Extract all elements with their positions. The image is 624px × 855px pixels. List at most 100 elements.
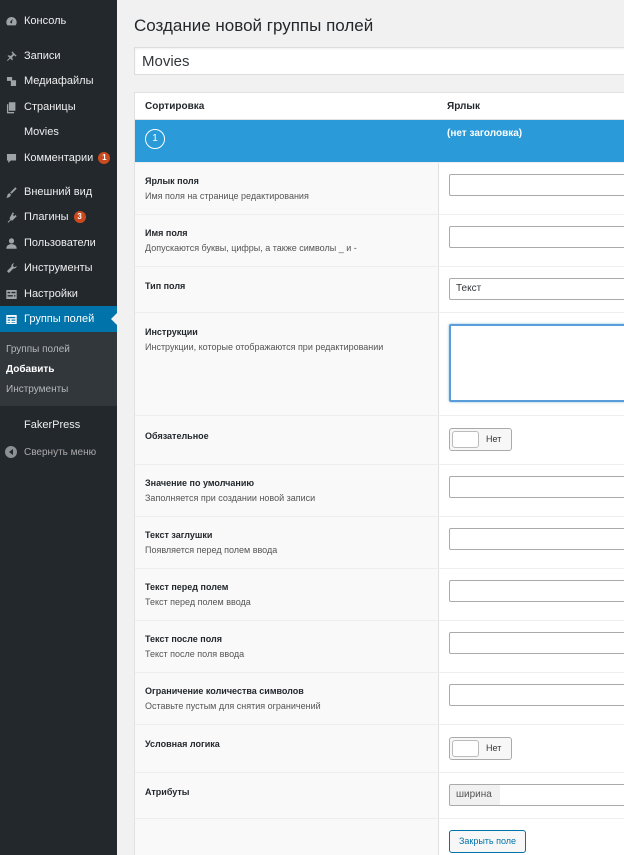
menu-item-media[interactable]: Медиафайлы [0, 68, 117, 94]
collapse-menu-label: Свернуть меню [24, 446, 97, 458]
menu-label: Консоль [24, 15, 67, 27]
menu-item-plugins[interactable]: Плагины 3 [0, 204, 117, 230]
submenu-item-add-new[interactable]: Добавить [6, 364, 54, 375]
close-field-button[interactable]: Закрыть поле [449, 830, 526, 853]
menu-item-users[interactable]: Пользователи [0, 230, 117, 256]
admin-sidebar: Консоль Записи Медиафайлы Страницы Movie… [0, 0, 117, 855]
wrench-icon [4, 261, 18, 275]
placeholder-input[interactable] [449, 528, 624, 550]
menu-item-posts[interactable]: Записи [0, 43, 117, 69]
setting-description: Инструкции, которые отображаются при ред… [145, 342, 384, 352]
menu-label: Movies [24, 126, 59, 138]
dashboard-icon [4, 14, 18, 28]
setting-title: Тип поля [145, 281, 186, 291]
comment-icon [4, 151, 18, 165]
setting-title: Обязательное [145, 431, 209, 441]
width-prefix-label: ширина [449, 784, 501, 806]
setting-row-character-limit: Ограничение количества символов Оставьте … [135, 672, 624, 724]
field-name-input[interactable] [449, 226, 624, 248]
pages-icon [4, 100, 18, 114]
menu-item-console[interactable]: Консоль [0, 8, 117, 34]
setting-title: Значение по умолчанию [145, 478, 255, 488]
user-icon [4, 236, 18, 250]
prepend-input[interactable] [449, 580, 624, 602]
main-content: Создание новой группы полей Сортировка Я… [117, 0, 624, 855]
setting-row-default-value: Значение по умолчанию Заполняется при соз… [135, 464, 624, 516]
menu-label: Медиафайлы [24, 75, 94, 87]
menu-item-field-groups[interactable]: Группы полей [0, 306, 117, 332]
setting-title: Ограничение количества символов [145, 686, 304, 696]
field-order-handle[interactable]: 1 [145, 129, 165, 149]
collapse-menu-button[interactable]: Свернуть меню [0, 444, 96, 460]
brush-icon [4, 185, 18, 199]
page-title: Создание новой группы полей [134, 16, 374, 35]
collapse-arrow-icon [5, 446, 17, 458]
menu-item-movies[interactable]: Movies [0, 119, 117, 145]
character-limit-input[interactable] [449, 684, 624, 706]
submenu-item-tools[interactable]: Инструменты [6, 384, 68, 395]
setting-row-conditional-logic: Условная логика Нет [135, 724, 624, 772]
toggle-knob [452, 740, 479, 757]
setting-title: Условная логика [145, 739, 220, 749]
setting-title: Текст после поля [145, 634, 222, 644]
menu-label: Группы полей [24, 313, 95, 325]
field-title[interactable]: (нет заголовка) [447, 128, 522, 139]
menu-item-settings[interactable]: Настройки [0, 281, 117, 307]
menu-item-comments[interactable]: Комментарии 1 [0, 145, 117, 171]
field-header-row[interactable]: 1 (нет заголовка) [135, 120, 624, 162]
plugin-icon [4, 210, 18, 224]
setting-description: Имя поля на странице редактирования [145, 191, 309, 201]
table-icon [4, 312, 18, 326]
fields-table-header: Сортировка Ярлык [135, 93, 624, 120]
comments-count-badge: 1 [98, 152, 111, 164]
setting-description: Текст после поля ввода [145, 649, 245, 659]
menu-item-appearance[interactable]: Внешний вид [0, 179, 117, 205]
field-groups-submenu: Группы полей Добавить Инструменты [0, 332, 117, 406]
setting-description: Текст перед полем ввода [145, 597, 251, 607]
setting-title: Текст заглушки [145, 530, 213, 540]
append-input[interactable] [449, 632, 624, 654]
setting-row-placeholder: Текст заглушки Появляется перед полем вво… [135, 516, 624, 568]
setting-row-instructions: Инструкции Инструкции, которые отображают… [135, 312, 624, 415]
instructions-textarea[interactable] [449, 324, 624, 402]
menu-item-tools[interactable]: Инструменты [0, 255, 117, 281]
media-icon [4, 74, 18, 88]
field-type-select[interactable]: Текст [449, 278, 624, 300]
menu-label: FakerPress [24, 419, 81, 431]
setting-title: Атрибуты [145, 787, 190, 797]
group-title-input[interactable] [134, 47, 624, 75]
setting-row-append: Текст после поля Текст после поля ввода [135, 620, 624, 672]
fields-panel: Сортировка Ярлык 1 (нет заголовка) Ярлык… [134, 92, 624, 855]
toggle-label: Нет [486, 743, 502, 753]
field-label-input[interactable] [449, 174, 624, 196]
toggle-knob [452, 431, 479, 448]
menu-label: Комментарии [24, 152, 94, 164]
submenu-item-field-groups[interactable]: Группы полей [6, 344, 70, 355]
menu-item-pages[interactable]: Страницы [0, 94, 117, 120]
default-value-input[interactable] [449, 476, 624, 498]
setting-description: Заполняется при создании новой записи [145, 493, 316, 503]
menu-label: Внешний вид [24, 186, 93, 198]
required-toggle[interactable]: Нет [449, 428, 512, 451]
label-column-header: Ярлык [447, 101, 480, 112]
setting-title: Ярлык поля [145, 176, 199, 186]
toggle-label: Нет [486, 434, 502, 444]
width-input[interactable] [500, 784, 624, 806]
setting-row-actions: Закрыть поле [135, 818, 624, 855]
order-column-header: Сортировка [145, 101, 205, 112]
setting-description: Оставьте пустым для снятия ограничений [145, 701, 321, 711]
setting-title: Инструкции [145, 327, 198, 337]
settings-icon [4, 287, 18, 301]
setting-title: Имя поля [145, 228, 188, 238]
setting-row-prepend: Текст перед полем Текст перед полем ввода [135, 568, 624, 620]
setting-title: Текст перед полем [145, 582, 229, 592]
menu-label: Страницы [24, 101, 76, 113]
setting-row-field-type: Тип поля Текст [135, 266, 624, 312]
conditional-logic-toggle[interactable]: Нет [449, 737, 512, 760]
menu-label: Настройки [24, 288, 78, 300]
setting-row-attributes: Атрибуты ширина [135, 772, 624, 818]
setting-row-field-label: Ярлык поля Имя поля на странице редактиро… [135, 162, 624, 214]
menu-label: Пользователи [24, 237, 96, 249]
menu-item-fakerpress[interactable]: FakerPress [0, 412, 117, 438]
pin-icon [4, 49, 18, 63]
